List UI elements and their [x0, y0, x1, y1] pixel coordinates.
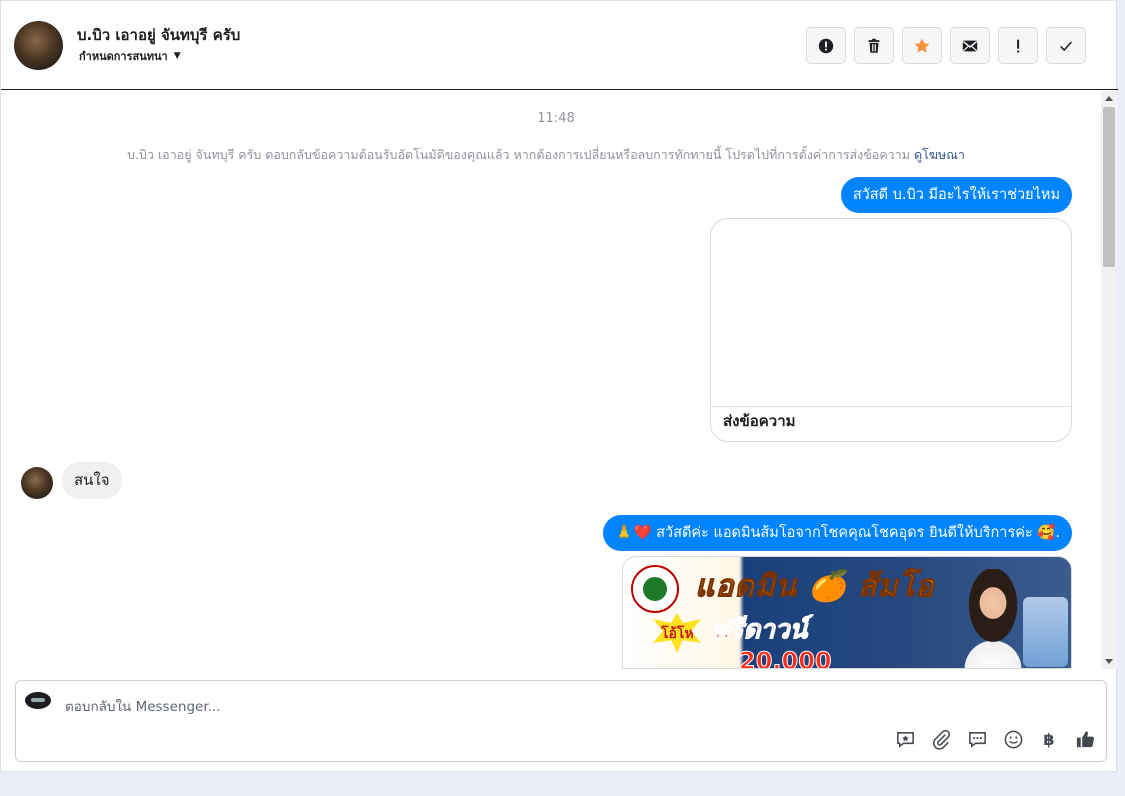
contact-name[interactable]: บ.บิว เอาอยู่ จันทบุรี ครับ: [77, 23, 240, 47]
composer-toolbar: ฿: [894, 728, 1096, 750]
incoming-message: สนใจ: [62, 462, 122, 499]
promo-subheadline: ฟรีดาวน์: [710, 615, 808, 646]
view-ad-link[interactable]: ดูโฆษณา: [914, 147, 965, 162]
assign-conversation-dropdown[interactable]: กำหนดการสนทนา ▼: [79, 47, 181, 65]
star-button[interactable]: [902, 27, 942, 64]
envelope-icon: [962, 40, 978, 51]
outgoing-message: สวัสดี บ.บิว มีอะไรให้เราช่วยไหม: [840, 177, 1072, 213]
brand-logo-icon: [631, 565, 679, 613]
thumbs-up-icon[interactable]: [1074, 728, 1096, 750]
promo-headline: แอดมิน 🍊 ส้มโอ: [695, 569, 935, 605]
emoji-icon[interactable]: [1002, 728, 1024, 750]
promo-image[interactable]: แอดมิน 🍊 ส้มโอ โอ้โห ฟรีดาวน์ 20,000: [622, 556, 1072, 669]
scrollbar-thumb[interactable]: [1103, 107, 1115, 267]
exclamation-icon: [1017, 39, 1020, 53]
card-send-message-button[interactable]: ส่งข้อความ: [711, 407, 1071, 435]
page-avatar: [25, 692, 51, 709]
promo-amount: 20,000: [739, 647, 833, 669]
promo-person-image: [953, 569, 1033, 668]
assign-label: กำหนดการสนทนา: [79, 50, 168, 63]
reply-input[interactable]: ตอบกลับใน Messenger...: [65, 695, 221, 717]
alert-circle-icon: [818, 38, 834, 53]
conversation-panel: บ.บิว เอาอยู่ จันทบุรี ครับ กำหนดการสนทน…: [0, 0, 1118, 772]
scroll-down-icon[interactable]: [1105, 659, 1113, 664]
baht-icon[interactable]: ฿: [1038, 728, 1060, 750]
promo-badge-text: โอ้โห: [661, 626, 694, 642]
trash-icon: [868, 38, 880, 53]
system-note-text: บ.บิว เอาอยู่ จันทบุรี ครับ ตอบกลับข้อคว…: [127, 147, 910, 162]
check-icon: [1060, 40, 1072, 51]
saved-reply-icon[interactable]: [894, 728, 916, 750]
chat-bubble-icon[interactable]: [966, 728, 988, 750]
attachment-icon[interactable]: [930, 728, 952, 750]
mark-unread-button[interactable]: [950, 27, 990, 64]
done-button[interactable]: [1046, 27, 1086, 64]
promo-badge-icon: โอ้โห: [653, 613, 701, 653]
contact-avatar[interactable]: [14, 21, 63, 70]
conversation-header: บ.บิว เอาอยู่ จันทบุรี ครับ กำหนดการสนทน…: [1, 1, 1118, 90]
scroll-up-icon[interactable]: [1105, 96, 1113, 101]
promo-background-image: [1023, 597, 1068, 667]
delete-button[interactable]: [854, 27, 894, 64]
card-image: [711, 219, 1071, 407]
outgoing-message: 🙏❤️ สวัสดีค่ะ แอดมินส้มโอจากโชคคุณโชคอุด…: [603, 515, 1072, 551]
thread-scrollbar[interactable]: [1101, 91, 1118, 669]
spam-button[interactable]: [806, 27, 846, 64]
contact-avatar-small: [21, 467, 53, 499]
reply-composer[interactable]: ตอบกลับใน Messenger... ฿: [15, 680, 1107, 762]
timestamp: 11:48: [537, 111, 575, 126]
star-icon: [914, 38, 930, 53]
follow-up-button[interactable]: [998, 27, 1038, 64]
system-note: บ.บิว เอาอยู่ จันทบุรี ครับ ตอบกลับข้อคว…: [1, 145, 1091, 165]
message-thread: 11:48 บ.บิว เอาอยู่ จันทบุรี ครับ ตอบกลั…: [1, 91, 1118, 669]
caret-down-icon: ▼: [173, 51, 181, 61]
message-card: ส่งข้อความ: [710, 218, 1072, 442]
